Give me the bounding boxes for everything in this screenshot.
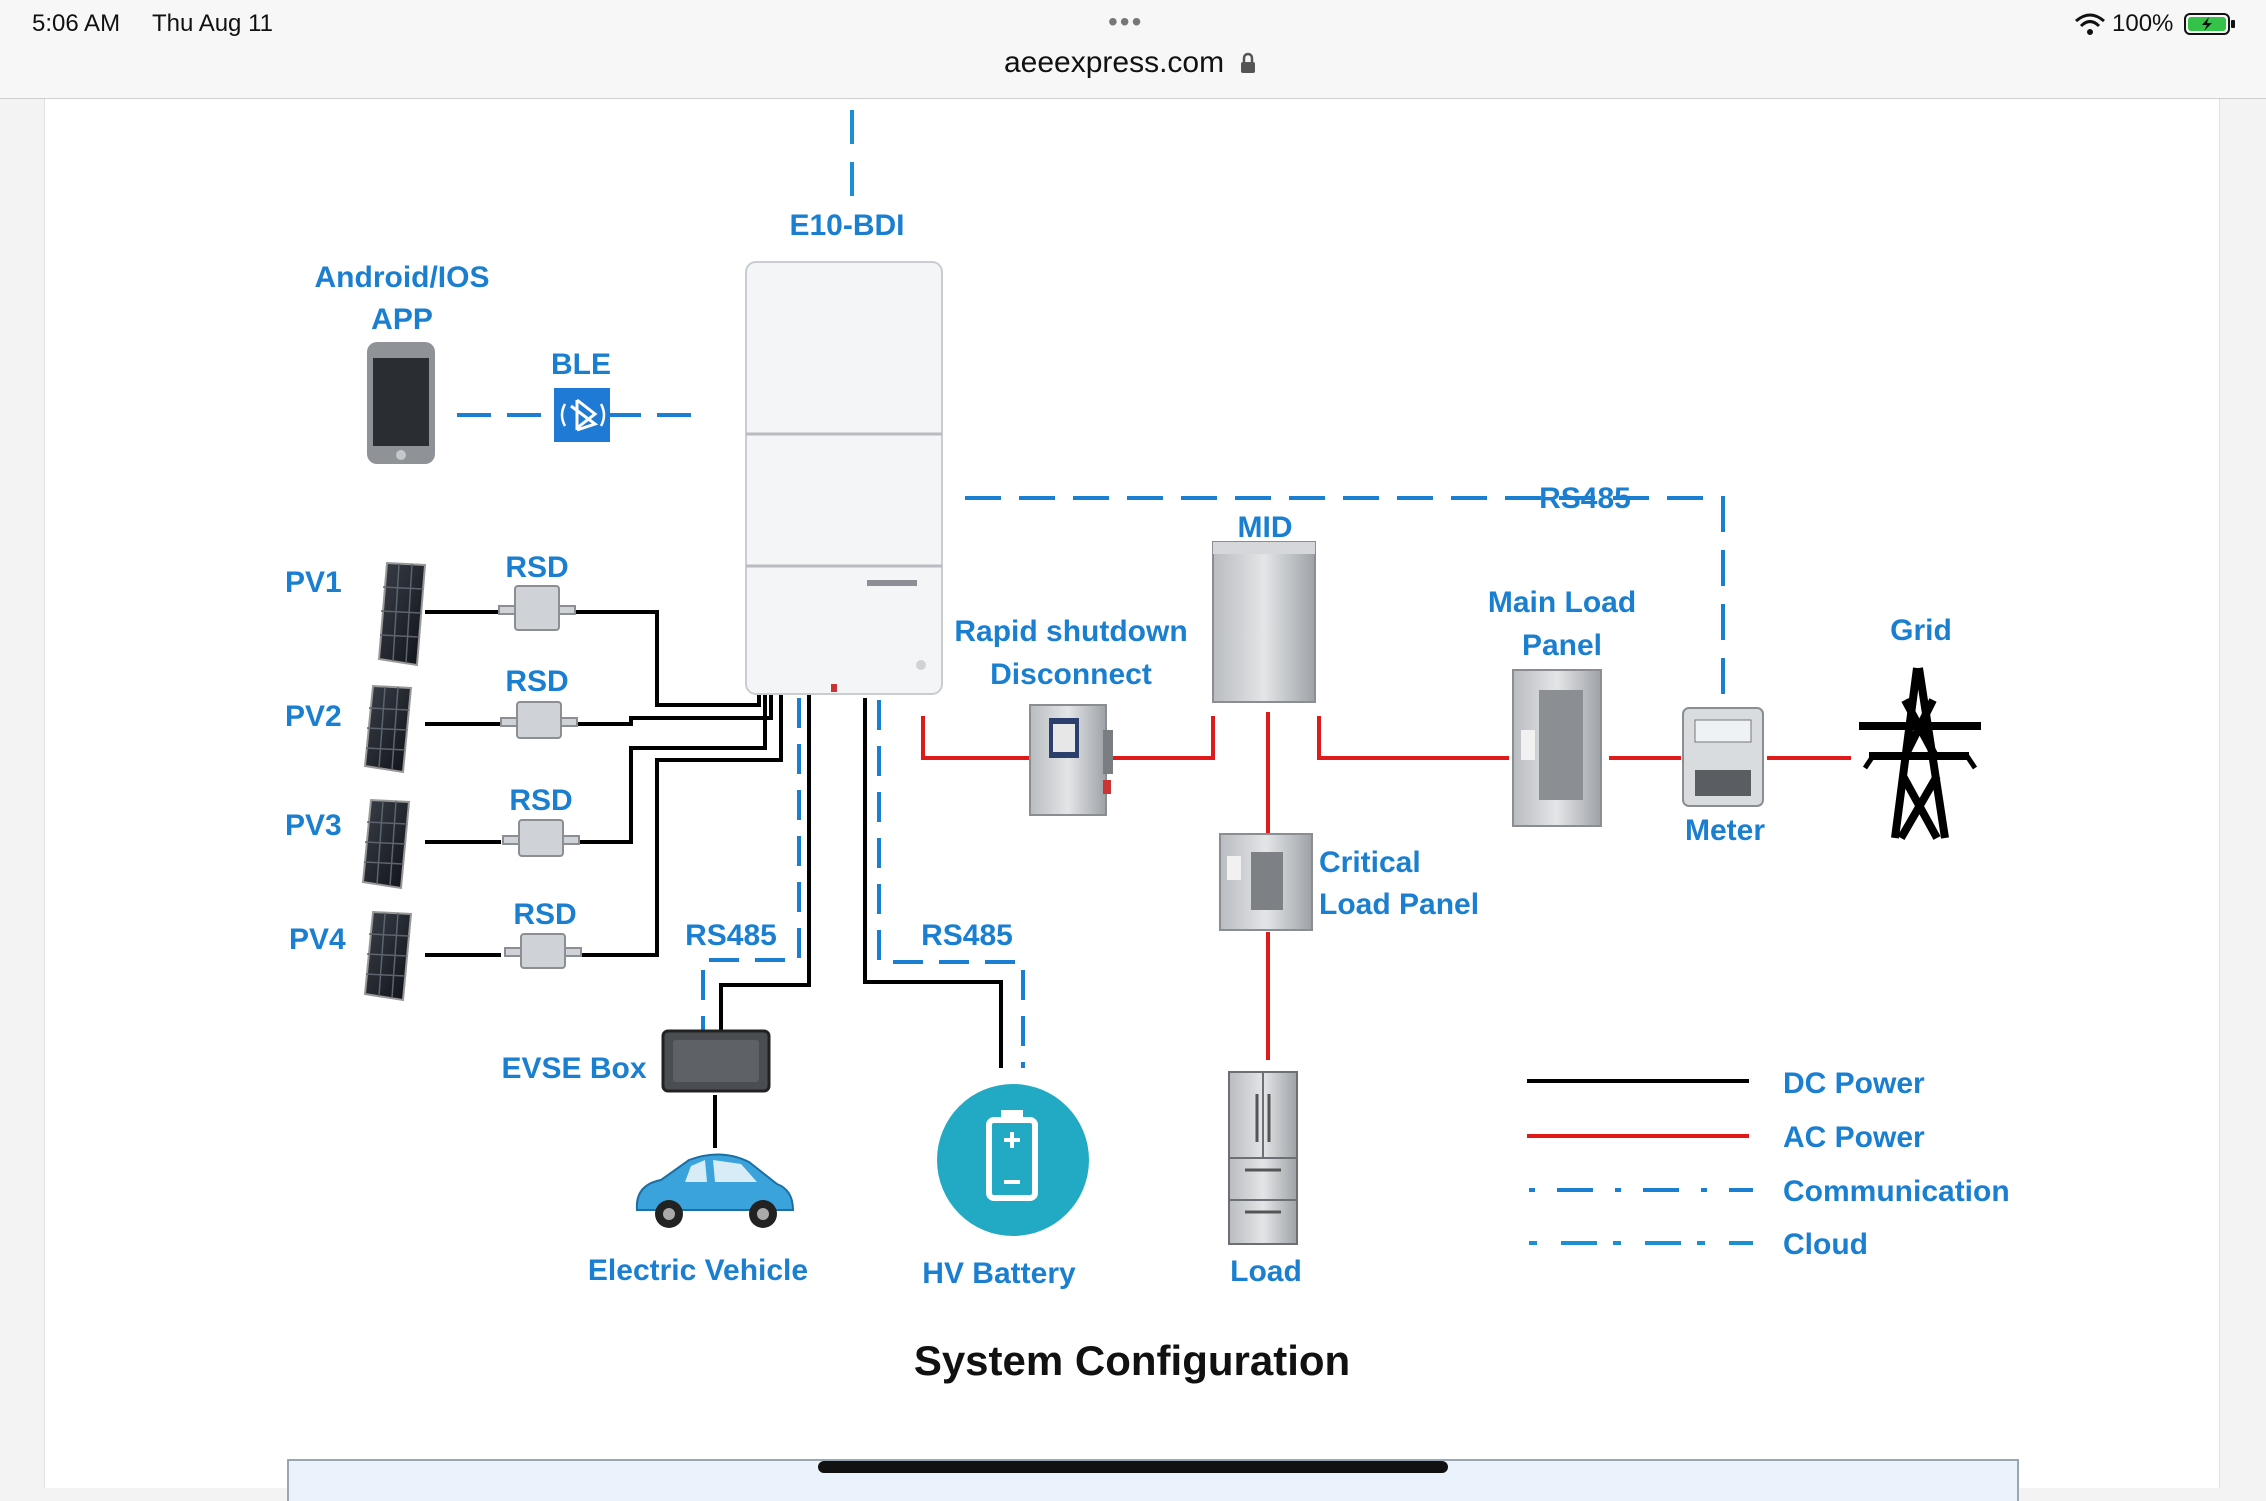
meter-label: Meter bbox=[1685, 814, 1765, 847]
critical-label-line1: Critical bbox=[1319, 846, 1421, 879]
legend-comm-label: Communication bbox=[1783, 1175, 2010, 1208]
rapid-shutdown-icon bbox=[1029, 704, 1113, 816]
status-date: Thu Aug 11 bbox=[152, 10, 273, 37]
evse-box-icon bbox=[661, 1029, 771, 1093]
page-content: E10-BDI Android/IOS APP BLE PV1 PV2 PV3 … bbox=[44, 99, 2220, 1501]
address-bar-url[interactable]: aeeexpress.com bbox=[1004, 46, 1224, 80]
phone-icon bbox=[367, 342, 435, 464]
grid-tower-icon bbox=[1859, 667, 1981, 841]
pv3-label: PV3 bbox=[285, 809, 342, 842]
main-load-panel-icon bbox=[1512, 669, 1602, 827]
legend: DC Power AC Power Communication Cloud bbox=[1527, 1067, 2010, 1261]
meter-icon bbox=[1682, 707, 1764, 807]
diagram-caption: System Configuration bbox=[914, 1337, 1350, 1384]
battery-charging-icon bbox=[2184, 13, 2235, 35]
pv-panel-icons bbox=[361, 561, 427, 1002]
rapid-label-line1: Rapid shutdown bbox=[954, 615, 1187, 648]
tab-menu-dots-icon[interactable]: ••• bbox=[1108, 6, 1143, 38]
rsd3-label: RSD bbox=[509, 784, 572, 817]
status-time: 5:06 AM bbox=[32, 10, 121, 37]
rsd4-label: RSD bbox=[513, 898, 576, 931]
wifi-icon bbox=[2075, 13, 2105, 35]
electric-vehicle-icon bbox=[635, 1153, 795, 1228]
pv1-label: PV1 bbox=[285, 566, 342, 599]
pv2-label: PV2 bbox=[285, 700, 342, 733]
legend-ac-label: AC Power bbox=[1783, 1121, 1925, 1154]
grid-label: Grid bbox=[1890, 614, 1952, 647]
rsd2-label: RSD bbox=[505, 665, 568, 698]
system-diagram: E10-BDI Android/IOS APP BLE PV1 PV2 PV3 … bbox=[285, 110, 2010, 1384]
app-label-line2: APP bbox=[371, 303, 433, 336]
battery-percentage: 100% bbox=[2112, 10, 2174, 37]
bluetooth-icon bbox=[554, 388, 610, 442]
status-bar: 5:06 AM Thu Aug 11 ••• aeeexpress.com 10… bbox=[0, 0, 2266, 99]
main-load-label-line2: Panel bbox=[1522, 629, 1602, 662]
rsd1-label: RSD bbox=[505, 551, 568, 584]
pv-dc-lines bbox=[425, 610, 783, 957]
critical-load-panel-icon bbox=[1219, 833, 1313, 931]
legend-cloud-label: Cloud bbox=[1783, 1228, 1868, 1261]
ble-label: BLE bbox=[551, 348, 611, 381]
battery-dc-line bbox=[863, 698, 1003, 1068]
inverter-icon bbox=[745, 261, 943, 695]
mid-label: MID bbox=[1238, 511, 1293, 544]
app-label-line1: Android/IOS bbox=[315, 261, 490, 294]
home-indicator[interactable] bbox=[818, 1461, 1448, 1473]
mid-icon bbox=[1212, 541, 1316, 703]
ev-label: Electric Vehicle bbox=[588, 1254, 808, 1287]
rs485-evse-label: RS485 bbox=[685, 919, 777, 952]
critical-label-line2: Load Panel bbox=[1319, 888, 1479, 921]
inverter-label: E10-BDI bbox=[789, 209, 904, 242]
main-load-label-line1: Main Load bbox=[1488, 586, 1636, 619]
pv4-label: PV4 bbox=[289, 923, 346, 956]
load-label: Load bbox=[1230, 1255, 1302, 1288]
evse-label: EVSE Box bbox=[501, 1052, 646, 1085]
rs485-battery-label: RS485 bbox=[921, 919, 1013, 952]
rs485-top-label: RS485 bbox=[1539, 482, 1631, 515]
refrigerator-icon bbox=[1228, 1071, 1298, 1245]
lock-icon bbox=[1241, 52, 1255, 73]
hv-battery-label: HV Battery bbox=[922, 1257, 1076, 1290]
legend-dc-label: DC Power bbox=[1783, 1067, 1925, 1100]
rapid-label-line2: Disconnect bbox=[990, 658, 1152, 691]
hv-battery-icon bbox=[937, 1084, 1089, 1236]
